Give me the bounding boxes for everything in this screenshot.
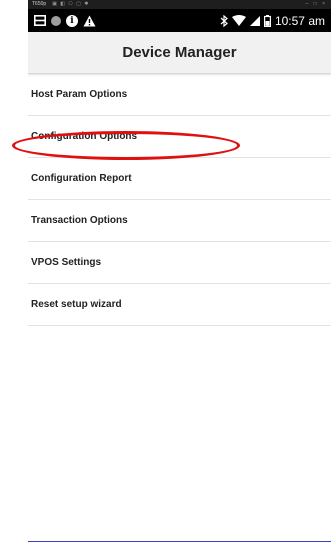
menu-item-label: Configuration Report: [31, 173, 132, 184]
emulator-toolbar-icons: ▣ ◧ ⎔ ▢ ✱: [52, 1, 90, 7]
menu-item-label: Reset setup wizard: [31, 299, 122, 310]
menu-item-transaction-options[interactable]: Transaction Options: [28, 200, 331, 242]
menu-item-label: Host Param Options: [31, 89, 128, 100]
wifi-icon: [231, 15, 246, 26]
menu-item-configuration-report[interactable]: Configuration Report: [28, 158, 331, 200]
menu-item-label: VPOS Settings: [31, 257, 102, 268]
page-title: Device Manager: [122, 44, 237, 61]
menu-item-reset-setup-wizard[interactable]: Reset setup wizard: [28, 284, 331, 326]
info-icon: i: [66, 14, 78, 27]
emulator-title-bar: T650p ▣ ◧ ⎔ ▢ ✱ – □ ×: [28, 0, 331, 9]
device-screen: T650p ▣ ◧ ⎔ ▢ ✱ – □ × i 10:57 am Device …: [28, 0, 331, 547]
window-controls[interactable]: – □ ×: [306, 0, 328, 9]
menu-item-label: Configuration Options: [31, 131, 138, 142]
notification-window-icon: [34, 15, 46, 26]
signal-icon: [249, 15, 260, 26]
menu-item-configuration-options[interactable]: Configuration Options: [28, 116, 331, 158]
status-bar: i 10:57 am: [28, 9, 331, 32]
bottom-divider: [28, 541, 331, 542]
emulator-title: T650p: [32, 1, 47, 7]
battery-icon: [263, 14, 271, 27]
menu-list: Host Param Options Configuration Options…: [28, 74, 331, 326]
menu-item-host-param-options[interactable]: Host Param Options: [28, 74, 331, 116]
menu-item-label: Transaction Options: [31, 215, 128, 226]
menu-item-vpos-settings[interactable]: VPOS Settings: [28, 242, 331, 284]
app-bar: Device Manager: [28, 32, 331, 74]
status-time: 10:57 am: [274, 13, 325, 28]
circle-icon: [51, 15, 61, 26]
bluetooth-icon: [220, 14, 228, 27]
warning-icon: [83, 15, 96, 27]
